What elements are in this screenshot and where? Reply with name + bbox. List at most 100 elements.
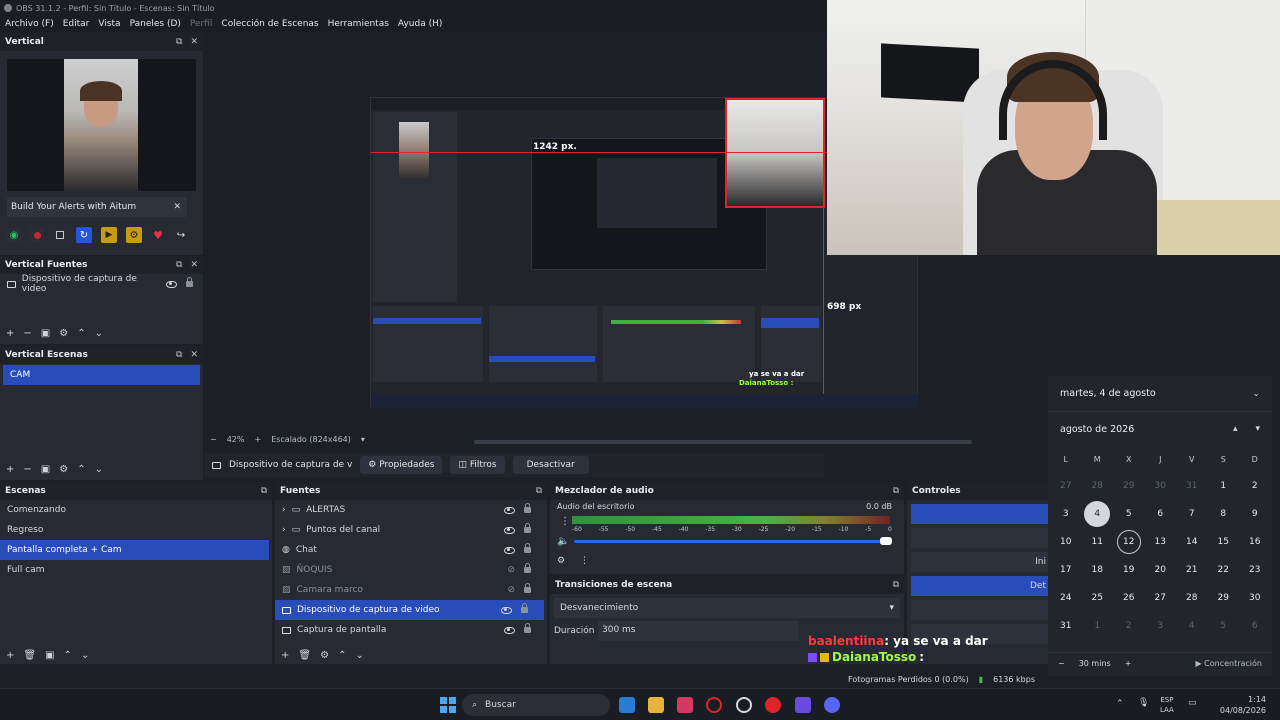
scene-item-selected[interactable]: Pantalla completa + Cam: [0, 540, 269, 560]
menu-paneles[interactable]: Paneles (D): [130, 19, 181, 29]
duration-input[interactable]: 300 ms: [598, 621, 798, 641]
menu-editar[interactable]: Editar: [63, 19, 90, 29]
calendar-day[interactable]: 26: [1113, 584, 1145, 612]
visibility-eye-icon[interactable]: [504, 506, 515, 514]
filter-icon[interactable]: ▣: [45, 650, 54, 661]
calendar-day[interactable]: 3: [1050, 500, 1082, 528]
vertical-scene-cam[interactable]: CAM: [3, 365, 200, 385]
calendar-day[interactable]: 3: [1145, 612, 1177, 640]
share-icon[interactable]: ↪: [174, 228, 188, 242]
calendar-day[interactable]: 9: [1239, 500, 1271, 528]
visibility-eye-icon[interactable]: [166, 280, 177, 288]
start-recording-button[interactable]: Ini: [911, 552, 1048, 572]
preview-area[interactable]: 1242 px. 698 px ya se va a dar DaianaTos…: [204, 33, 972, 444]
scene-item[interactable]: Comenzando: [0, 500, 272, 520]
calendar-day[interactable]: 30: [1239, 584, 1271, 612]
chevron-up-icon[interactable]: ⌃: [64, 650, 72, 661]
close-icon[interactable]: ✕: [190, 260, 198, 270]
deactivate-button[interactable]: Desactivar: [512, 456, 589, 474]
visibility-eye-icon[interactable]: [501, 606, 512, 614]
lock-icon[interactable]: [524, 503, 531, 513]
menu-coleccion-escenas[interactable]: Colección de Escenas: [221, 19, 318, 29]
calendar-day[interactable]: 19: [1113, 556, 1145, 584]
calendar-day[interactable]: 23: [1239, 556, 1271, 584]
add-icon[interactable]: +: [6, 464, 14, 475]
collapse-chevron-icon[interactable]: ⌄: [1252, 389, 1260, 399]
source-item-puntos[interactable]: › ▭ Puntos del canal: [275, 520, 547, 540]
calendar-day[interactable]: 24: [1050, 584, 1082, 612]
remove-icon[interactable]: −: [23, 328, 31, 339]
calendar-day[interactable]: 25: [1082, 584, 1114, 612]
lock-icon[interactable]: [521, 603, 528, 613]
chevron-up-icon[interactable]: ⌃: [77, 464, 85, 475]
calendar-day[interactable]: 27: [1145, 584, 1177, 612]
decrease-focus-button[interactable]: −: [1058, 659, 1065, 668]
lock-icon[interactable]: [524, 523, 531, 533]
scaling-dropdown-icon[interactable]: ▾: [361, 435, 365, 444]
record-icon[interactable]: [30, 228, 44, 242]
photos-app-icon[interactable]: [619, 697, 635, 713]
mixer-settings-icon[interactable]: ⚙: [557, 556, 565, 566]
zoom-out-button[interactable]: −: [210, 435, 217, 444]
chevron-up-icon[interactable]: ⌃: [338, 650, 346, 661]
start-streaming-button[interactable]: [911, 504, 1048, 524]
transition-select[interactable]: Desvanecimiento ▾: [554, 598, 900, 618]
windows-start-icon[interactable]: [440, 697, 456, 713]
filters-button[interactable]: ◫ Filtros: [450, 456, 505, 474]
gear-icon[interactable]: ⚙: [59, 464, 68, 475]
properties-button[interactable]: ⚙ Propiedades: [360, 456, 443, 474]
replay-icon[interactable]: ▶: [101, 227, 117, 243]
source-item-alertas[interactable]: › ▭ ALERTAS: [275, 500, 547, 520]
tray-chevron-icon[interactable]: ⌃: [1116, 699, 1124, 709]
source-item-noquis[interactable]: ▨ ÑOQUIS ⊘: [275, 560, 547, 580]
menu-herramientas[interactable]: Herramientas: [328, 19, 389, 29]
calendar-day[interactable]: 13: [1145, 528, 1177, 556]
menu-perfil[interactable]: Perfil: [190, 19, 213, 29]
add-icon[interactable]: +: [6, 328, 14, 339]
calendar-day[interactable]: 1: [1082, 612, 1114, 640]
volume-slider[interactable]: [574, 537, 892, 545]
horizontal-scrollbar[interactable]: [474, 440, 972, 444]
add-icon[interactable]: +: [6, 650, 14, 661]
calendar-day[interactable]: 28: [1176, 584, 1208, 612]
calendar-day[interactable]: 31: [1176, 472, 1208, 500]
calendar-day[interactable]: 5: [1113, 500, 1145, 528]
close-icon[interactable]: ✕: [190, 37, 198, 47]
broadcast-icon[interactable]: ◉: [7, 228, 21, 242]
snip-app-icon[interactable]: [677, 697, 693, 713]
filter-icon[interactable]: ▣: [41, 464, 50, 475]
checkbox-icon[interactable]: [53, 228, 67, 242]
add-icon[interactable]: +: [281, 650, 289, 661]
calendar-day[interactable]: 7: [1176, 500, 1208, 528]
calendar-day[interactable]: 2: [1113, 612, 1145, 640]
float-icon[interactable]: ⧉: [176, 260, 182, 270]
close-banner-icon[interactable]: ✕: [173, 202, 181, 212]
visibility-eye-icon[interactable]: [504, 546, 515, 554]
expand-chevron-icon[interactable]: ›: [282, 505, 286, 515]
hidden-eye-icon[interactable]: ⊘: [507, 585, 515, 595]
float-icon[interactable]: ⧉: [261, 486, 267, 496]
calendar-day[interactable]: 22: [1208, 556, 1240, 584]
chevron-down-icon[interactable]: ⌄: [355, 650, 363, 661]
float-icon[interactable]: ⧉: [893, 580, 899, 590]
calendar-day[interactable]: 29: [1208, 584, 1240, 612]
discord-app-icon[interactable]: [824, 697, 840, 713]
calendar-day[interactable]: 6: [1145, 500, 1177, 528]
lock-icon[interactable]: [186, 277, 193, 287]
prev-month-icon[interactable]: ▴: [1233, 424, 1238, 434]
menu-ayuda[interactable]: Ayuda (H): [398, 19, 442, 29]
float-icon[interactable]: ⧉: [536, 486, 542, 496]
calendar-day-hovered[interactable]: 12: [1113, 528, 1145, 556]
mixer-more-icon[interactable]: ⋮: [580, 556, 589, 566]
control-button[interactable]: [911, 600, 1048, 620]
visibility-eye-icon[interactable]: [504, 626, 515, 634]
stream-app-icon[interactable]: [795, 697, 811, 713]
menu-vista[interactable]: Vista: [98, 19, 120, 29]
microphone-icon[interactable]: 🎙: [1138, 698, 1149, 708]
heart-icon[interactable]: ♥: [151, 228, 165, 242]
chevron-down-icon[interactable]: ⌄: [95, 464, 103, 475]
calendar-day[interactable]: 29: [1113, 472, 1145, 500]
list-item[interactable]: Dispositivo de captura de video: [0, 274, 203, 294]
lock-icon[interactable]: [524, 583, 531, 593]
calendar-day-today[interactable]: 4: [1082, 500, 1114, 528]
